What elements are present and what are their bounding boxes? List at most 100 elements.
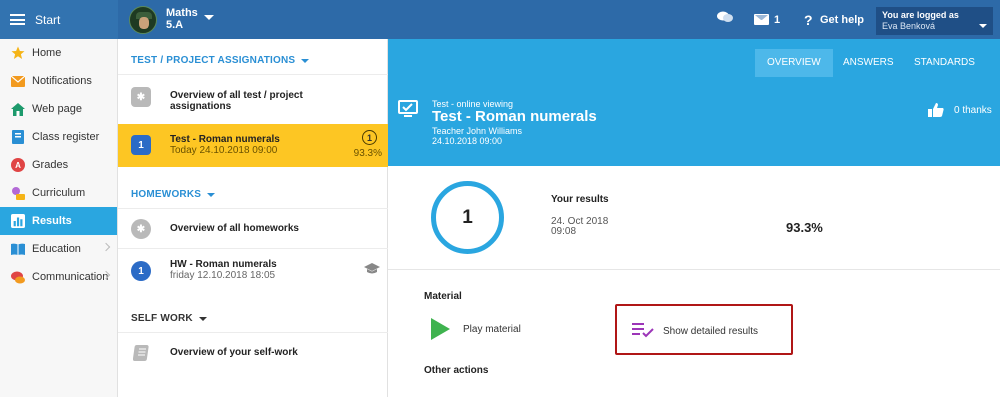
sidebar-item-label: Web page (32, 103, 82, 115)
test-date: 24.10.2018 09:00 (432, 136, 503, 146)
mail-icon[interactable] (754, 14, 769, 25)
overview-tests-item[interactable]: ✱ Overview of all test / project assigna… (118, 74, 388, 124)
graduation-cap-icon (364, 263, 380, 274)
chevron-down-icon[interactable] (204, 15, 214, 20)
hamburger-icon (10, 14, 25, 25)
section-label: HOMEWORKS (131, 189, 202, 200)
test-header: Test - online viewing Test - Roman numer… (388, 95, 1000, 166)
teacher-name: Teacher John Williams (432, 126, 523, 136)
sidebar: Home Notifications Web page Class regist… (0, 39, 118, 397)
result-date: 24. Oct 2018 09:08 (551, 217, 608, 237)
house-icon (11, 102, 25, 116)
chevron-down-icon (207, 192, 216, 197)
selfwork-section-header[interactable]: SELF WORK (131, 313, 207, 324)
test-item-selected[interactable]: 1 Test - Roman numerals Today 24.10.2018… (118, 124, 388, 167)
sidebar-item-label: Curriculum (32, 187, 86, 199)
grade-circle: 1 (431, 181, 504, 254)
results-label: Your results (551, 194, 609, 205)
curriculum-icon (11, 186, 25, 200)
sidebar-item-label: Education (32, 243, 81, 255)
section-label: SELF WORK (131, 313, 193, 324)
sidebar-item-curriculum[interactable]: Curriculum (0, 179, 117, 207)
item-title: HW - Roman numerals (170, 259, 277, 270)
item-title: Overview of all test / project assignati… (170, 90, 303, 112)
results-summary: 1 Your results 24. Oct 2018 09:08 93.3% (388, 166, 1000, 270)
item-title: Test - Roman numerals (170, 134, 280, 145)
help-icon[interactable]: ? (804, 12, 813, 28)
class-name: Maths (166, 7, 198, 19)
book-icon (11, 242, 25, 256)
notebook-icon (133, 345, 149, 361)
result-detail-panel: OVERVIEW ANSWERS STANDARDS Test - online… (388, 39, 1000, 397)
sidebar-item-communication[interactable]: Communication (0, 263, 117, 291)
start-menu-button[interactable]: Start (0, 0, 118, 39)
test-number-badge: 1 (131, 135, 151, 155)
homeworks-section-header[interactable]: HOMEWORKS (131, 189, 216, 200)
sidebar-item-home[interactable]: Home (0, 39, 117, 67)
item-date: friday 12.10.2018 18:05 (170, 270, 276, 281)
sidebar-item-label: Grades (32, 159, 69, 171)
user-menu[interactable]: You are logged as Eva Benková (876, 7, 993, 35)
sidebar-item-education[interactable]: Education (0, 235, 117, 263)
material-heading: Material (424, 291, 462, 302)
class-avatar[interactable] (129, 6, 157, 34)
score-percent: 93.3% (353, 148, 382, 159)
sidebar-item-label: Class register (32, 131, 100, 143)
envelope-icon (11, 74, 25, 88)
chat-icon[interactable] (717, 11, 733, 23)
user-name: Eva Benková (882, 21, 936, 31)
overview-homeworks-item[interactable]: ✱ Overview of all homeworks (118, 208, 388, 248)
grades-icon: A (11, 158, 25, 172)
register-icon (11, 130, 25, 144)
play-icon[interactable] (431, 318, 450, 340)
grade-badge: 1 (362, 130, 377, 145)
svg-text:A: A (15, 161, 21, 170)
homework-item[interactable]: 1 HW - Roman numerals friday 12.10.2018 … (118, 248, 388, 293)
section-label: TEST / PROJECT ASSIGNATIONS (131, 55, 296, 66)
sidebar-item-label: Communication (32, 271, 109, 283)
chevron-right-icon (101, 242, 111, 252)
class-selector[interactable]: Maths 5.A (166, 7, 198, 31)
test-section-header[interactable]: TEST / PROJECT ASSIGNATIONS (131, 55, 310, 66)
sidebar-item-grades[interactable]: A Grades (0, 151, 117, 179)
tab-answers[interactable]: ANSWERS (831, 49, 906, 77)
messages-count: 1 (774, 14, 781, 26)
help-link[interactable]: Get help (820, 14, 864, 26)
sidebar-item-label: Results (32, 215, 72, 227)
sidebar-item-web-page[interactable]: Web page (0, 95, 117, 123)
class-code: 5.A (166, 19, 184, 31)
sidebar-item-results[interactable]: Results (0, 207, 117, 235)
sidebar-item-notifications[interactable]: Notifications (0, 67, 117, 95)
gear-icon: ✱ (131, 87, 151, 107)
item-title: Overview of your self-work (170, 347, 298, 358)
sidebar-item-class-register[interactable]: Class register (0, 123, 117, 151)
show-detailed-results-button[interactable]: Show detailed results (615, 304, 793, 355)
page-title: Test - Roman numerals (432, 108, 597, 125)
item-date: Today 24.10.2018 09:00 (170, 145, 278, 156)
tab-standards[interactable]: STANDARDS (902, 49, 987, 77)
thanks-count[interactable]: 0 thanks (954, 105, 992, 116)
logged-as-label: You are logged as (882, 10, 959, 20)
gear-icon: ✱ (131, 219, 151, 239)
sidebar-item-label: Home (32, 47, 62, 59)
top-bar: Start Maths 5.A 1 ? Get help You are log… (0, 0, 1000, 39)
play-material-link[interactable]: Play material (463, 324, 521, 335)
item-title: Overview of all homeworks (170, 223, 299, 234)
tab-overview[interactable]: OVERVIEW (755, 49, 833, 77)
assignments-panel: TEST / PROJECT ASSIGNATIONS ✱ Overview o… (118, 39, 388, 397)
bar-chart-icon (11, 214, 25, 228)
homework-number-badge: 1 (131, 261, 151, 281)
other-actions-heading: Other actions (424, 365, 489, 376)
start-label: Start (35, 12, 61, 27)
checklist-icon (632, 323, 654, 338)
chevron-down-icon (979, 24, 987, 28)
sidebar-item-label: Notifications (32, 75, 92, 87)
thumbs-up-icon[interactable] (928, 103, 944, 117)
result-date-time: 09:08 (551, 226, 577, 237)
chevron-down-icon (301, 58, 310, 63)
star-icon (11, 46, 25, 60)
monitor-check-icon (398, 100, 418, 117)
result-percent: 93.3% (786, 220, 823, 235)
overview-selfwork-item[interactable]: Overview of your self-work (118, 332, 388, 374)
chevron-down-icon (198, 316, 207, 321)
